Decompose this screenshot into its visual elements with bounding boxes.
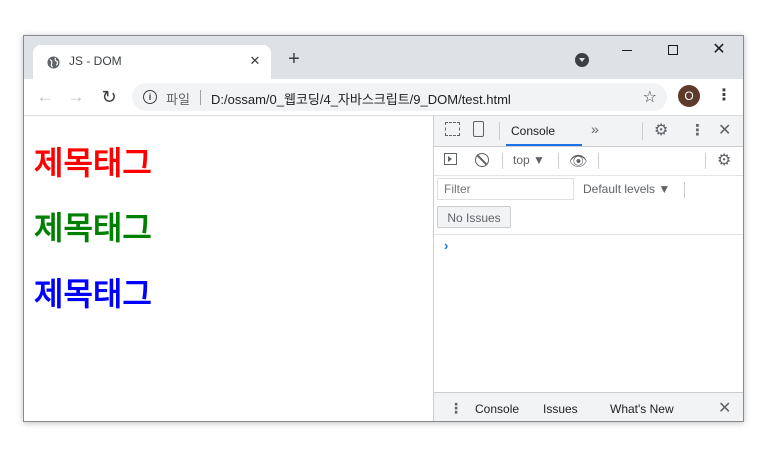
new-tab-button[interactable]: + (286, 49, 302, 69)
active-tab-indicator (506, 144, 582, 146)
info-icon[interactable]: i (143, 90, 157, 104)
drawer-tab-whats-new[interactable]: What's New (610, 402, 674, 416)
profile-avatar[interactable]: O (678, 85, 700, 107)
tab-close-icon[interactable]: ✕ (247, 53, 263, 69)
drawer-close-icon[interactable]: ✕ (718, 398, 731, 418)
reload-icon[interactable]: ↻ (100, 88, 118, 106)
url-text[interactable]: D:/ossam/0_웹코딩/4_자바스크립트/9_DOM/test.html (211, 89, 511, 108)
back-arrow-icon[interactable]: ← (36, 88, 54, 106)
heading-red: 제목태그 (34, 144, 152, 182)
clear-console-icon[interactable] (475, 153, 489, 167)
forward-arrow-icon[interactable]: → (67, 88, 85, 106)
filter-input[interactable] (437, 178, 574, 200)
minimize-icon (622, 50, 632, 51)
browser-menu-icon[interactable]: ⋮ (716, 87, 732, 105)
heading-green: 제목태그 (34, 209, 152, 247)
bookmark-star-icon[interactable]: ☆ (643, 87, 657, 107)
issues-row: No Issues (434, 204, 743, 235)
filter-row: Default levels ▼ (434, 176, 743, 204)
drawer-tab-console[interactable]: Console (475, 402, 519, 416)
maximize-icon (668, 45, 678, 55)
more-tabs-icon[interactable]: » (591, 121, 599, 137)
no-issues-button[interactable]: No Issues (437, 206, 511, 228)
maximize-button[interactable] (650, 36, 696, 66)
minimize-button[interactable] (604, 36, 650, 66)
console-sidebar-icon[interactable] (444, 153, 457, 165)
divider (705, 153, 706, 169)
drawer-tab-issues[interactable]: Issues (543, 402, 578, 416)
log-levels-select[interactable]: Default levels ▼ (583, 182, 670, 196)
browser-window: JS - DOM ✕ + ✕ ← → ↻ i 파일 D:/ossam/0_웹코딩… (23, 35, 744, 422)
console-prompt[interactable]: › (444, 238, 448, 253)
devtools-drawer: ⋮ Console Issues What's New ✕ (434, 392, 743, 422)
drawer-active-indicator (465, 421, 533, 422)
browser-toolbar: ← → ↻ i 파일 D:/ossam/0_웹코딩/4_자바스크립트/9_DOM… (24, 79, 743, 116)
divider (684, 182, 685, 198)
divider (642, 122, 643, 140)
console-settings-gear-icon[interactable]: ⚙ (717, 150, 731, 170)
inspect-element-icon[interactable] (445, 122, 460, 136)
address-bar[interactable]: i 파일 D:/ossam/0_웹코딩/4_자바스크립트/9_DOM/test.… (132, 83, 667, 111)
divider (558, 153, 559, 169)
heading-blue: 제목태그 (34, 275, 152, 313)
browser-tab[interactable]: JS - DOM ✕ (33, 45, 271, 79)
tab-search-icon[interactable] (575, 53, 589, 67)
settings-gear-icon[interactable]: ⚙ (654, 120, 668, 140)
divider (502, 153, 503, 169)
console-toolbar: top ▼ 👁 ⚙ (434, 147, 743, 176)
live-expression-eye-icon[interactable]: 👁 (569, 152, 588, 170)
devtools-panel: Console » ⚙ ⋮ ✕ top ▼ 👁 ⚙ Default levels… (433, 116, 743, 422)
tab-title: JS - DOM (69, 54, 122, 68)
tab-strip: JS - DOM ✕ + ✕ (24, 36, 743, 79)
devtools-close-icon[interactable]: ✕ (718, 120, 731, 140)
device-toolbar-icon[interactable] (473, 121, 484, 137)
divider (499, 122, 500, 140)
devtools-tab-bar: Console » ⚙ ⋮ ✕ (434, 116, 743, 147)
devtools-menu-icon[interactable]: ⋮ (690, 121, 705, 139)
drawer-menu-icon[interactable]: ⋮ (449, 400, 463, 417)
window-close-button[interactable]: ✕ (696, 36, 742, 66)
page-content: 제목태그 제목태그 제목태그 (24, 116, 433, 421)
url-scheme-label: 파일 (166, 92, 190, 107)
divider (598, 153, 599, 169)
globe-icon (47, 56, 60, 69)
tab-console[interactable]: Console (511, 124, 555, 138)
context-select[interactable]: top ▼ (513, 153, 545, 167)
url-separator (200, 90, 201, 105)
